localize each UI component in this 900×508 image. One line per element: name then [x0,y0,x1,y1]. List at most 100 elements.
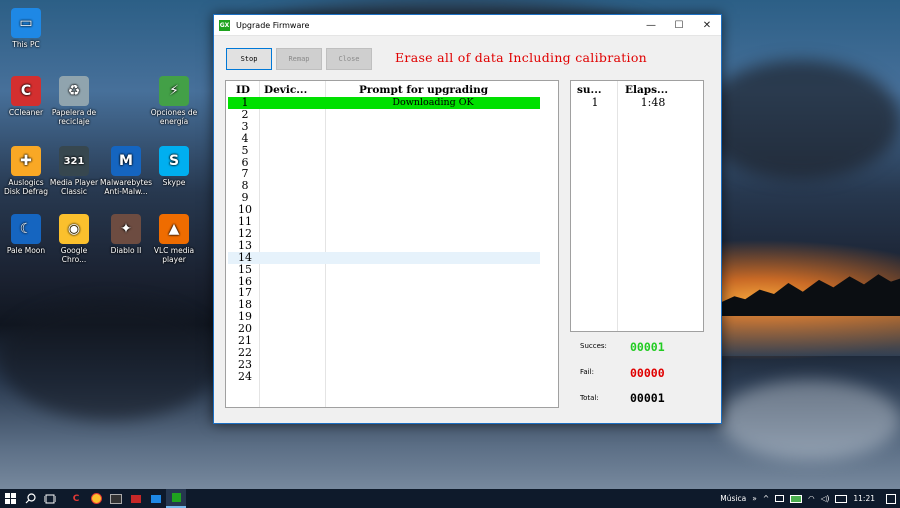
table-row[interactable]: 1 Downloading OK [228,97,540,109]
table-row[interactable]: 19 [228,311,540,323]
maximize-button[interactable]: ☐ [665,15,693,35]
row-id: 5 [241,143,249,157]
row-id: 15 [238,262,252,276]
tray-toolbar-label[interactable]: Música [720,494,746,503]
row-id: 10 [238,203,252,217]
mail-taskbar-icon[interactable] [146,489,166,508]
row-id: 21 [238,334,252,347]
table-row[interactable]: 24 [228,371,540,383]
table-row[interactable]: 7 [228,168,540,180]
network-icon[interactable] [775,495,785,502]
close-window-button[interactable]: ✕ [693,15,721,35]
row-id: 3 [241,119,249,133]
header-success[interactable]: su... [577,84,602,96]
table-row[interactable]: 16 [228,276,540,288]
wifi-icon[interactable]: ◠ [808,494,815,503]
table-row[interactable]: 22 [228,347,540,359]
table-row[interactable]: 6 [228,157,540,169]
table-row[interactable]: 21 [228,335,540,347]
desktop-icon-media-player-classic[interactable]: 321 Media Player Classic [48,146,100,196]
desktop-icon-skype[interactable]: S Skype [148,146,200,187]
row-id: 22 [238,345,252,359]
success-label: Succes: [580,342,607,350]
upgrade-table[interactable]: ID Devic... Prompt for upgrading 1 Downlo… [225,80,559,408]
desktop-icon-label: Diablo II [110,246,142,255]
header-elapsed[interactable]: Elaps... [625,84,668,96]
table-row[interactable]: 18 [228,299,540,311]
tray-chevron-icon[interactable]: » [752,494,757,503]
desktop-glyph-icon: M [111,146,141,176]
row-id: 24 [238,369,252,383]
row-id: 20 [238,322,252,336]
row-id: 17 [238,286,252,300]
desktop-icon-label: Opciones de energía [150,108,198,126]
table-row[interactable]: 20 [228,323,540,335]
table-row[interactable]: 15 [228,264,540,276]
row-id: 8 [241,179,249,193]
stop-button[interactable]: Stop [226,48,272,70]
total-value: 00001 [630,391,665,405]
total-label: Total: [580,394,599,402]
desktop-icon-label: Google Chro... [60,246,88,264]
desktop-icon-malwarebytes-anti-malw[interactable]: M Malwarebytes Anti-Malw... [100,146,152,196]
show-hidden-icons-icon[interactable]: ^ [763,494,769,503]
desktop-icon-auslogics-disk-defrag[interactable]: ✚ Auslogics Disk Defrag [0,146,52,196]
desktop-glyph-icon: ▭ [11,8,41,38]
row-id: 2 [241,107,249,121]
notification-icon[interactable] [886,493,896,504]
title-bar[interactable]: GX Upgrade Firmware — ☐ ✕ [214,15,721,36]
desktop-icon-diablo-ii[interactable]: ✦ Diablo II [100,214,152,255]
upgrade-firmware-taskbar-icon[interactable] [166,489,186,508]
chrome-taskbar-icon[interactable] [86,489,106,508]
minimize-button[interactable]: — [637,15,665,35]
row-device-cell [260,97,324,109]
table-row[interactable]: 9 [228,192,540,204]
header-prompt[interactable]: Prompt for upgrading [359,84,488,96]
table-row[interactable]: 5 [228,145,540,157]
desktop-glyph-icon: ✦ [111,214,141,244]
table-row[interactable]: 11 [228,216,540,228]
success-count-cell: 1 [591,96,599,109]
header-id[interactable]: ID [236,84,250,96]
table-row[interactable]: 4 [228,133,540,145]
desktop-icon-pale-moon[interactable]: ☾ Pale Moon [0,214,52,255]
remap-button[interactable]: Remap [276,48,322,70]
volume-icon[interactable]: ◁) [821,494,830,503]
table-row[interactable]: 14 [228,251,540,264]
desktop-icon-papelera-de-reciclaje[interactable]: ♻ Papelera de reciclaje [48,76,100,126]
table-row[interactable]: 10 [228,204,540,216]
row-prompt: Downloading OK [392,97,474,108]
ccleaner-taskbar-icon[interactable]: C [66,489,86,508]
header-device[interactable]: Devic... [264,84,307,96]
search-icon[interactable] [20,489,40,508]
desktop-icon-google-chro[interactable]: ◉ Google Chro... [48,214,100,264]
desktop-glyph-icon: S [159,146,189,176]
table-row[interactable]: 13 [228,240,540,252]
table-row[interactable]: 2 [228,109,540,121]
terminal-taskbar-icon[interactable] [106,489,126,508]
task-view-icon[interactable] [40,489,60,508]
table-row[interactable]: 12 [228,228,540,240]
table-row[interactable]: 17 [228,287,540,299]
desktop-icon-label: Papelera de reciclaje [51,108,97,126]
battery-icon[interactable] [790,494,803,503]
keyboard-icon[interactable] [835,494,848,503]
desktop-icon-vlc-media-player[interactable]: ▲ VLC media player [148,214,200,264]
erase-warning: Erase all of data Including calibration [395,50,648,65]
desktop-icon-ccleaner[interactable]: C CCleaner [0,76,52,117]
desktop-icon-opciones-de-energ-a[interactable]: ⚡ Opciones de energía [148,76,200,126]
fail-label: Fail: [580,368,594,376]
table-row[interactable]: 3 [228,121,540,133]
upgrade-firmware-window: GX Upgrade Firmware — ☐ ✕ Stop Remap Clo… [213,14,722,424]
clock[interactable]: 11:21 [853,494,875,503]
row-id: 18 [238,298,252,312]
result-table[interactable]: su... Elaps... 1 1:48 [570,80,704,332]
taskbar: C Música » ^ ◠ ◁) 11:21 [0,489,900,508]
table-row[interactable]: 8 [228,180,540,192]
close-button[interactable]: Close [326,48,372,70]
fail-value: 00000 [630,366,665,380]
windows-start-icon[interactable] [0,489,20,508]
desktop-icon-this-pc[interactable]: ▭ This PC [0,8,52,49]
table-row[interactable]: 23 [228,359,540,371]
media-taskbar-icon[interactable] [126,489,146,508]
